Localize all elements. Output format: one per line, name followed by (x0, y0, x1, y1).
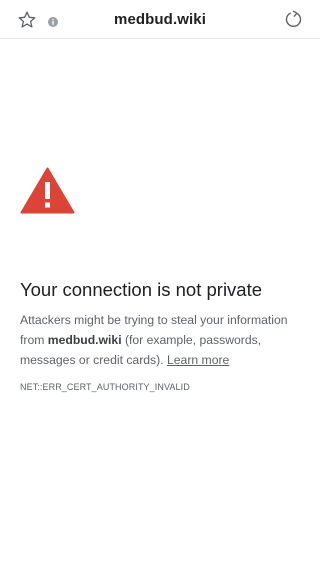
address-bar: medbud.wiki (0, 0, 320, 39)
learn-more-link[interactable]: Learn more (167, 353, 229, 367)
domain-name: medbud.wiki (47, 333, 122, 347)
page: medbud.wiki Your connection is not priva… (0, 0, 320, 569)
page-title: Your connection is not private (20, 279, 263, 300)
explanation-text: Attackers might be trying to steal your … (20, 310, 305, 370)
warning-triangle-icon (20, 167, 75, 214)
error-code: NET::ERR_CERT_AUTHORITY_INVALID (20, 382, 190, 392)
reload-icon[interactable] (283, 9, 304, 30)
url-text[interactable]: medbud.wiki (0, 11, 320, 28)
